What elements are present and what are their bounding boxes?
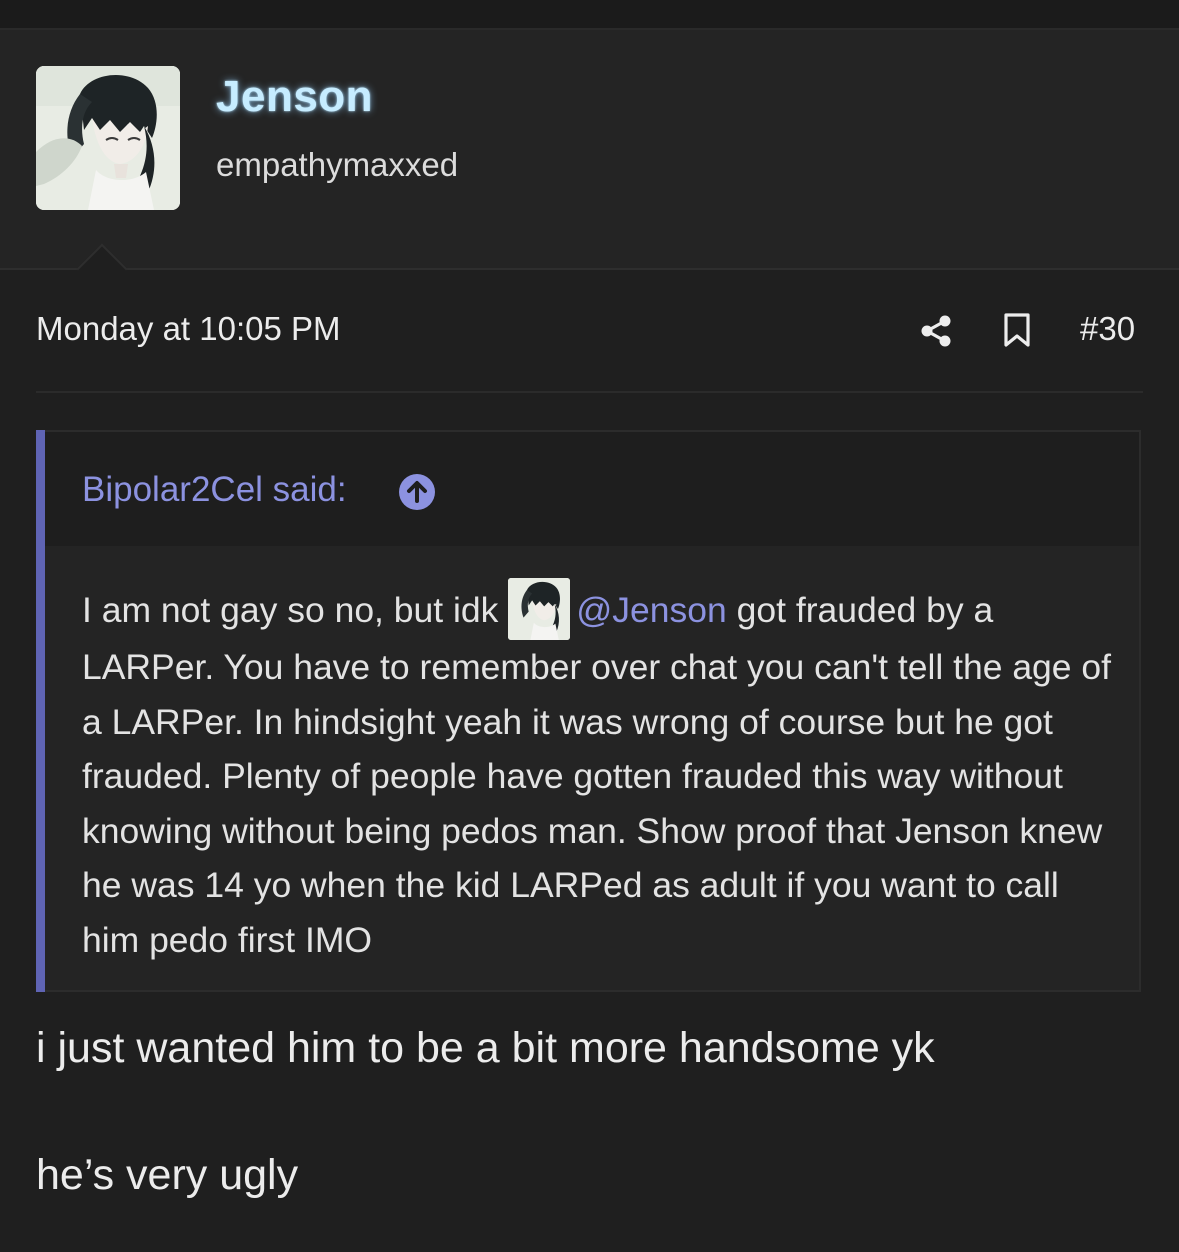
bookmark-icon[interactable] xyxy=(1002,312,1032,348)
quote-accent-bar xyxy=(36,430,45,992)
post-timestamp[interactable]: Monday at 10:05 PM xyxy=(36,310,341,348)
reply-line-2: he’s very ugly xyxy=(36,1151,299,1199)
mention-avatar[interactable] xyxy=(508,578,571,640)
quote-text-rest: got frauded by a LARPer. You have to rem… xyxy=(82,590,1112,960)
mention-link[interactable]: @Jenson xyxy=(576,590,727,630)
quote-text-start: I am not gay so no, but idk xyxy=(82,590,499,630)
post-number-link[interactable]: #30 xyxy=(1080,310,1135,348)
header-divider xyxy=(0,268,1179,270)
arrow-up-circle-icon[interactable] xyxy=(398,473,436,511)
avatar[interactable] xyxy=(36,66,180,210)
post-author-username[interactable]: Jenson xyxy=(216,72,373,122)
quote-text: I am not gay so no, but idk @Jenson got … xyxy=(82,578,1122,967)
quote-author-link[interactable]: Bipolar2Cel said: xyxy=(82,470,347,510)
share-icon[interactable] xyxy=(918,313,954,349)
user-title: empathymaxxed xyxy=(216,146,459,183)
post-divider xyxy=(36,391,1143,393)
top-band xyxy=(0,0,1179,28)
reply-line-1: i just wanted him to be a bit more hands… xyxy=(36,1024,935,1072)
